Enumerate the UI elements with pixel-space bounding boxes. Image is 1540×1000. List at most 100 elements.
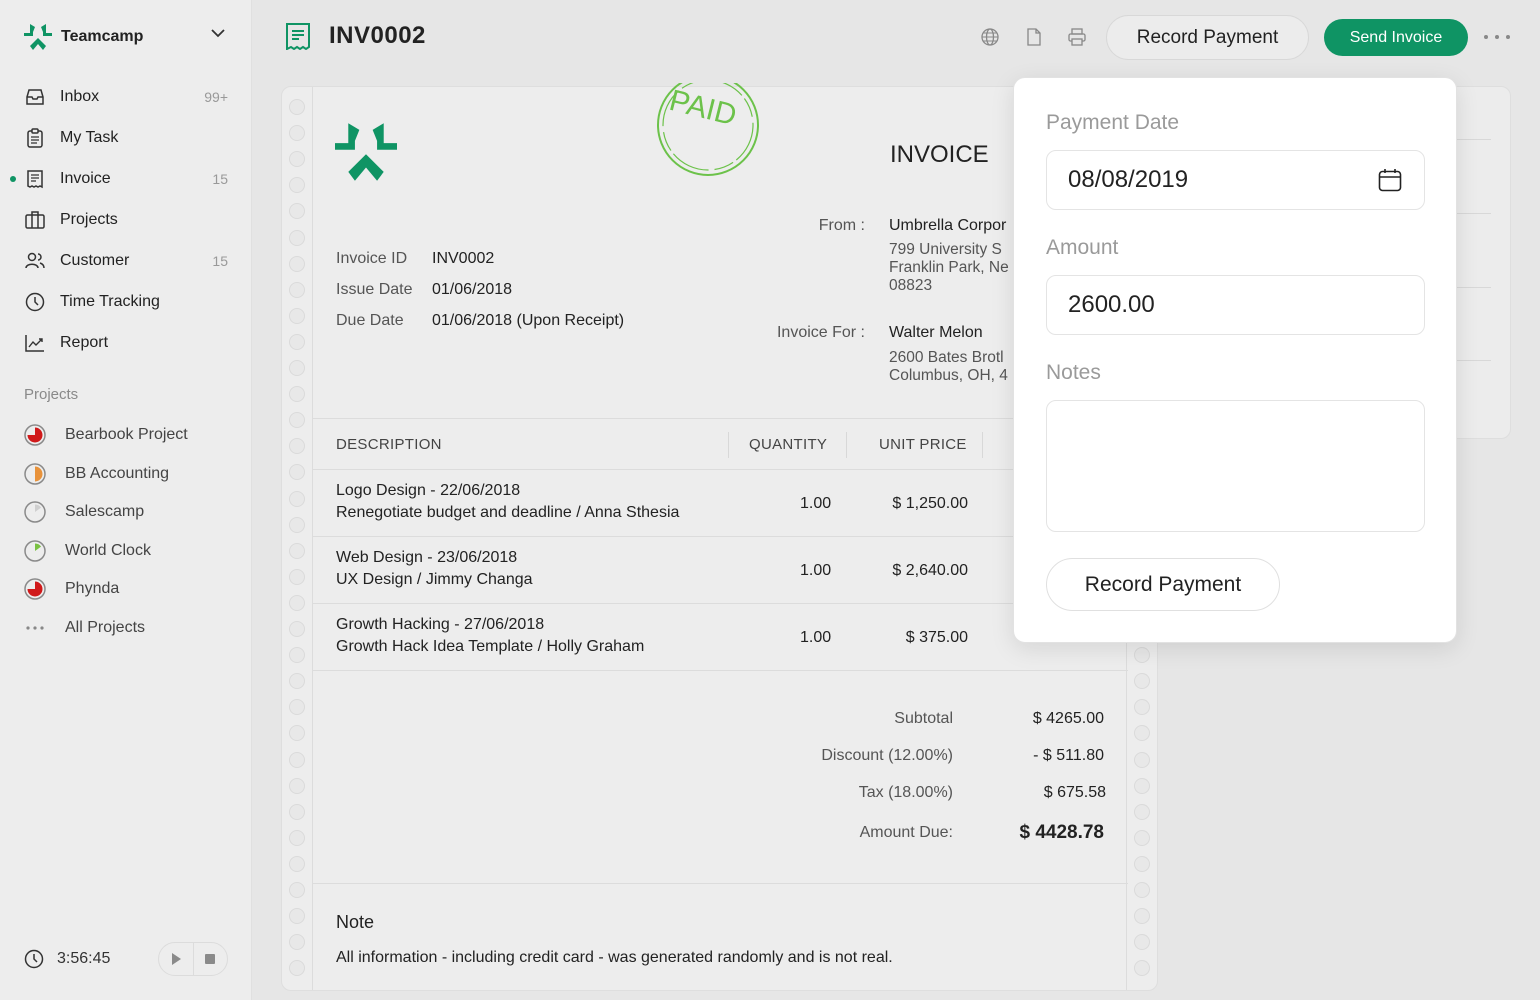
project-item-bb-accounting[interactable]: BB Accounting bbox=[0, 455, 252, 494]
submit-record-payment-button[interactable]: Record Payment bbox=[1046, 558, 1280, 611]
perforation-hole bbox=[289, 960, 305, 977]
column-divider bbox=[982, 432, 983, 458]
sidebar-item-invoice[interactable]: Invoice 15 bbox=[0, 158, 252, 199]
payment-date-label: Payment Date bbox=[1046, 111, 1180, 134]
main-nav: Inbox 99+ My Task Invoice 15 Projects Cu… bbox=[0, 76, 252, 363]
from-name: Umbrella Corpor bbox=[889, 217, 1007, 234]
sidebar-item-label: Projects bbox=[60, 210, 118, 228]
chart-icon bbox=[24, 332, 46, 354]
more-dot bbox=[1495, 35, 1499, 39]
meta-row: Due Date 01/06/2018 (Upon Receipt) bbox=[336, 305, 624, 336]
projects-section-title: Projects bbox=[24, 386, 79, 403]
notes-label: Notes bbox=[1046, 361, 1101, 384]
workspace-switcher[interactable]: Teamcamp bbox=[24, 24, 226, 50]
project-item-salescamp[interactable]: Salescamp bbox=[0, 493, 252, 532]
record-payment-button[interactable]: Record Payment bbox=[1106, 15, 1309, 60]
amount-due-value: $ 4428.78 bbox=[1019, 822, 1104, 843]
time-tracker: 3:56:45 bbox=[24, 942, 228, 976]
send-invoice-button[interactable]: Send Invoice bbox=[1324, 19, 1468, 56]
perforation-hole bbox=[289, 829, 305, 846]
progress-slice bbox=[35, 466, 43, 482]
print-button[interactable] bbox=[1067, 27, 1087, 47]
teamcamp-logo-icon bbox=[24, 24, 52, 50]
printer-icon bbox=[1068, 28, 1086, 46]
project-item-all-projects[interactable]: All Projects bbox=[0, 609, 252, 648]
perforation-hole bbox=[289, 882, 305, 898]
payment-date-field[interactable]: 08/08/2019 bbox=[1046, 150, 1425, 210]
more-dot bbox=[1484, 35, 1488, 39]
clipboard-icon bbox=[24, 127, 46, 149]
sidebar-item-inbox[interactable]: Inbox 99+ bbox=[0, 76, 252, 117]
perforation-hole bbox=[289, 125, 305, 142]
total-value: $ 675.58 bbox=[1043, 784, 1106, 801]
play-button[interactable] bbox=[159, 943, 194, 975]
project-label: Salescamp bbox=[65, 503, 145, 521]
project-label: BB Accounting bbox=[65, 464, 170, 482]
sidebar-item-label: Time Tracking bbox=[60, 292, 160, 310]
invoice-heading: INVOICE bbox=[890, 141, 989, 168]
from-line1: 799 University S bbox=[889, 241, 1002, 258]
column-header-unit-price: UNIT PRICE bbox=[879, 435, 967, 453]
perforation-hole bbox=[1134, 803, 1150, 820]
sidebar-item-report[interactable]: Report bbox=[0, 322, 252, 363]
progress-pie-icon bbox=[24, 501, 46, 523]
record-payment-popover: Payment Date 08/08/2019 Amount 2600.00 N… bbox=[1013, 77, 1457, 643]
column-divider bbox=[728, 432, 729, 458]
progress-slice bbox=[27, 427, 43, 443]
active-indicator bbox=[10, 175, 16, 182]
chevron-down-icon[interactable] bbox=[210, 28, 226, 38]
item-title: Logo Design - 22/06/2018 bbox=[336, 482, 521, 499]
project-label: All Projects bbox=[65, 618, 146, 636]
perforation-hole bbox=[289, 307, 305, 324]
company-logo-icon bbox=[335, 123, 397, 181]
divider bbox=[1451, 213, 1491, 214]
more-dot bbox=[1506, 35, 1510, 39]
total-label: Subtotal bbox=[894, 710, 953, 727]
perforation-hole bbox=[289, 855, 305, 872]
invoice-note: Note All information - including credit … bbox=[313, 883, 1128, 991]
project-item-world-clock[interactable]: World Clock bbox=[0, 532, 252, 571]
table-row: Growth Hacking - 27/06/2018 Growth Hack … bbox=[313, 604, 1128, 671]
more-options-button[interactable] bbox=[1484, 28, 1510, 46]
amount-field[interactable]: 2600.00 bbox=[1046, 275, 1425, 335]
calendar-icon[interactable] bbox=[1378, 168, 1402, 192]
receipt-icon bbox=[286, 23, 310, 50]
perforation-hole bbox=[289, 594, 305, 611]
progress-pie-icon bbox=[24, 424, 46, 446]
perforation-hole bbox=[289, 438, 305, 455]
progress-slice bbox=[27, 581, 43, 597]
perforation-hole bbox=[289, 777, 305, 794]
total-label: Amount Due: bbox=[859, 824, 953, 841]
perforation-hole bbox=[289, 621, 305, 637]
progress-pie-icon bbox=[24, 578, 46, 600]
sidebar-item-my-task[interactable]: My Task bbox=[0, 117, 252, 158]
total-label: Tax (18.00%) bbox=[858, 784, 953, 801]
project-item-phynda[interactable]: Phynda bbox=[0, 570, 252, 609]
globe-button[interactable] bbox=[980, 27, 1000, 47]
divider bbox=[1451, 139, 1491, 140]
clock-icon bbox=[24, 949, 44, 969]
perforation-hole bbox=[289, 333, 305, 350]
project-item-bearbook[interactable]: Bearbook Project bbox=[0, 416, 252, 455]
note-body: All information - including credit card … bbox=[336, 949, 893, 966]
perforation-hole bbox=[289, 255, 305, 272]
project-label: Bearbook Project bbox=[65, 426, 188, 444]
column-divider bbox=[846, 432, 847, 458]
perforation-hole bbox=[289, 699, 305, 716]
sidebar-item-time-tracking[interactable]: Time Tracking bbox=[0, 281, 252, 322]
perforation-hole bbox=[1134, 934, 1150, 951]
sidebar-item-projects[interactable]: Projects bbox=[0, 199, 252, 240]
stop-button[interactable] bbox=[194, 943, 228, 975]
amount-label: Amount bbox=[1046, 236, 1119, 259]
meta-value: 01/06/2018 bbox=[432, 280, 513, 298]
item-detail: Renegotiate budget and deadline / Anna S… bbox=[336, 504, 680, 521]
paid-stamp-text: PAID bbox=[666, 84, 740, 132]
sidebar-item-customer[interactable]: Customer 15 bbox=[0, 240, 252, 281]
perforation-hole bbox=[289, 751, 305, 768]
sidebar: Teamcamp Inbox 99+ My Task Invoice 15 Pr… bbox=[0, 0, 252, 1000]
document-button[interactable] bbox=[1024, 27, 1044, 47]
timer-controls bbox=[158, 942, 228, 976]
notes-textarea[interactable] bbox=[1046, 400, 1425, 532]
sidebar-item-label: My Task bbox=[60, 128, 119, 146]
sidebar-item-label: Customer bbox=[60, 251, 130, 269]
